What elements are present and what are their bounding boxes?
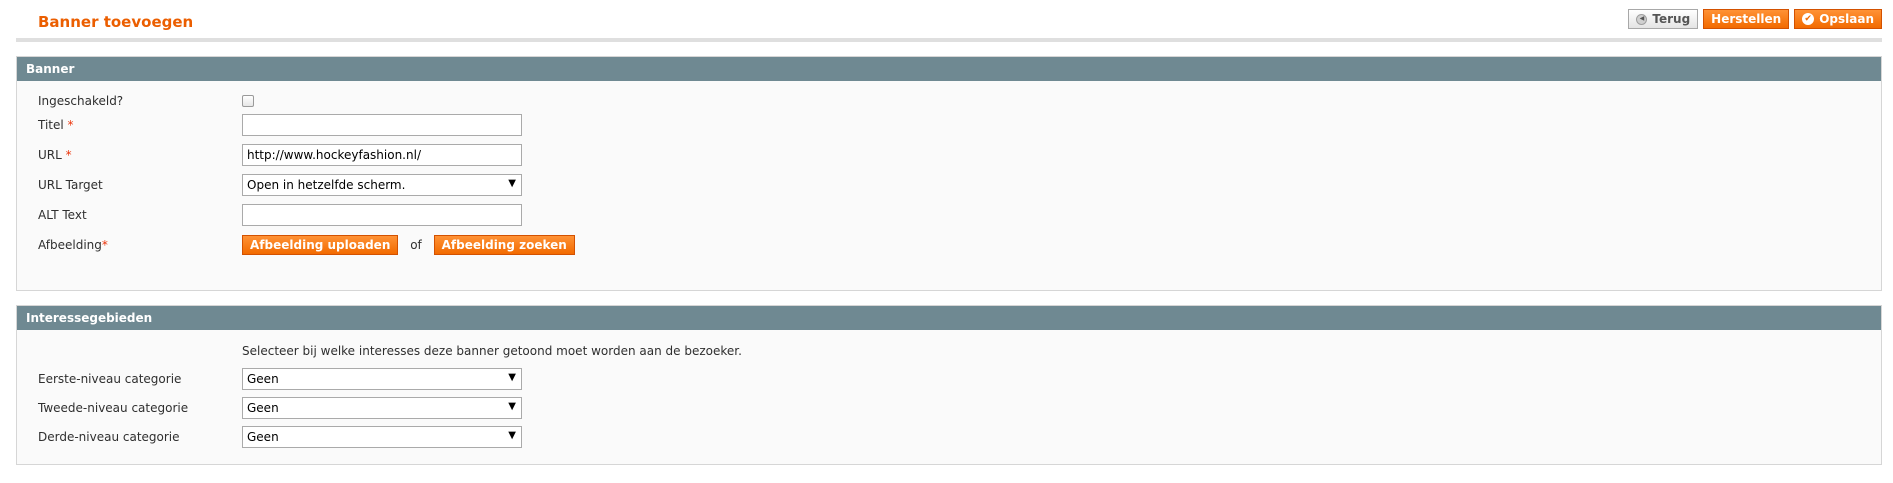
- back-arrow-icon: ◀: [1636, 13, 1648, 25]
- image-row: Afbeelding* Afbeelding uploaden of Afbee…: [17, 234, 1881, 258]
- save-button-label: Opslaan: [1819, 12, 1874, 26]
- alt-text-row: ALT Text: [17, 204, 1881, 228]
- level1-label: Eerste-niveau categorie: [38, 372, 182, 386]
- interests-section-header: Interessegebieden: [17, 306, 1881, 330]
- title-input[interactable]: [242, 114, 522, 136]
- back-button[interactable]: ◀ Terug: [1628, 9, 1699, 29]
- image-controls: Afbeelding uploaden of Afbeelding zoeken: [242, 235, 575, 255]
- level3-label: Derde-niveau categorie: [38, 430, 180, 444]
- page-title: Banner toevoegen: [38, 13, 194, 31]
- required-mark: *: [65, 148, 72, 162]
- title-label: Titel *: [38, 118, 74, 132]
- title-row: Titel *: [17, 114, 1881, 138]
- required-mark: *: [67, 118, 74, 132]
- interests-note: Selecteer bij welke interesses deze bann…: [242, 344, 742, 358]
- chevron-down-icon: ▼: [508, 372, 516, 383]
- level2-row: Tweede-niveau categorie Geen ▼: [17, 397, 1881, 421]
- level2-value: Geen: [247, 401, 279, 415]
- level1-row: Eerste-niveau categorie Geen ▼: [17, 368, 1881, 392]
- level1-select[interactable]: Geen ▼: [242, 368, 522, 390]
- enabled-checkbox[interactable]: [242, 95, 254, 107]
- upload-image-button[interactable]: Afbeelding uploaden: [242, 235, 399, 255]
- url-target-row: URL Target Open in hetzelfde scherm. ▼: [17, 174, 1881, 198]
- url-row: URL *: [17, 144, 1881, 168]
- enabled-row: Ingeschakeld?: [17, 90, 1881, 114]
- or-text: of: [410, 238, 422, 252]
- image-label: Afbeelding*: [38, 238, 108, 252]
- url-target-select[interactable]: Open in hetzelfde scherm. ▼: [242, 174, 522, 196]
- level2-label: Tweede-niveau categorie: [38, 401, 189, 415]
- banner-fieldset: Banner Ingeschakeld? Titel * URL * URL T…: [16, 56, 1882, 291]
- save-button[interactable]: ✔ Opslaan: [1794, 9, 1882, 29]
- alt-text-label: ALT Text: [38, 208, 87, 222]
- url-target-value: Open in hetzelfde scherm.: [247, 178, 406, 192]
- level3-row: Derde-niveau categorie Geen ▼: [17, 426, 1881, 450]
- level1-value: Geen: [247, 372, 279, 386]
- alt-text-input[interactable]: [242, 204, 522, 226]
- required-mark: *: [101, 238, 108, 252]
- reset-button[interactable]: Herstellen: [1703, 9, 1790, 29]
- check-circle-icon: ✔: [1802, 13, 1815, 25]
- header-actions: ◀ Terug Herstellen ✔ Opslaan: [1628, 9, 1882, 29]
- interests-fieldset: Interessegebieden Selecteer bij welke in…: [16, 305, 1882, 465]
- chevron-down-icon: ▼: [508, 401, 516, 412]
- search-image-button[interactable]: Afbeelding zoeken: [433, 235, 575, 255]
- level2-select[interactable]: Geen ▼: [242, 397, 522, 419]
- url-label: URL *: [38, 148, 72, 162]
- back-button-label: Terug: [1652, 12, 1691, 26]
- level3-value: Geen: [247, 430, 279, 444]
- enabled-label: Ingeschakeld?: [38, 94, 124, 108]
- url-target-label: URL Target: [38, 178, 103, 192]
- banner-section-header: Banner: [17, 57, 1881, 81]
- interests-note-row: Selecteer bij welke interesses deze bann…: [17, 340, 1881, 364]
- level3-select[interactable]: Geen ▼: [242, 426, 522, 448]
- url-input[interactable]: [242, 144, 522, 166]
- page-header: Banner toevoegen ◀ Terug Herstellen ✔ Op…: [16, 0, 1882, 42]
- chevron-down-icon: ▼: [508, 430, 516, 441]
- chevron-down-icon: ▼: [508, 178, 516, 189]
